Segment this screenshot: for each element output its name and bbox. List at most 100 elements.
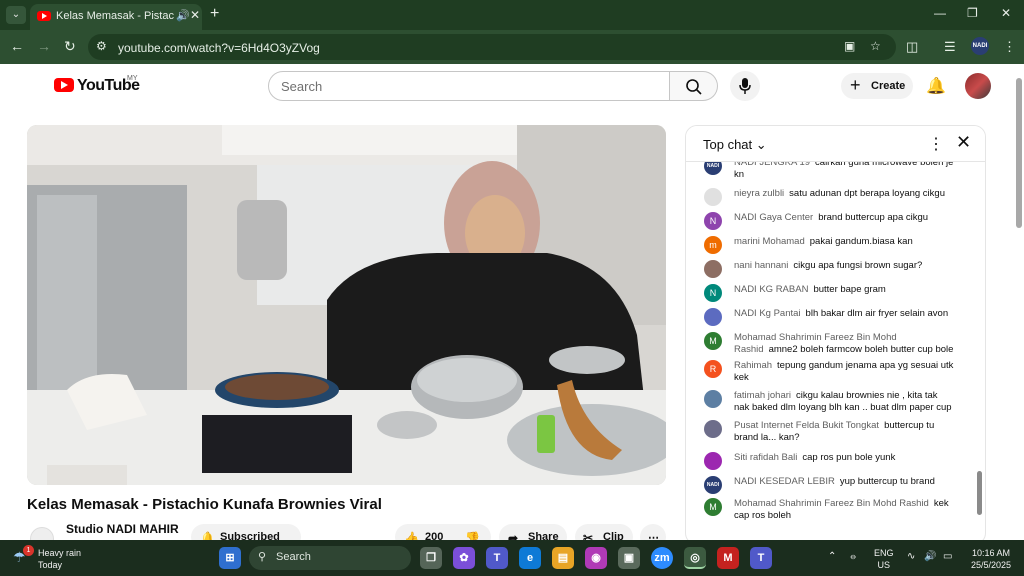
page-scrollbar-thumb[interactable] xyxy=(1016,78,1022,228)
chat-message[interactable]: Siti rafidah Bali cap ros pun bole yunk xyxy=(704,452,954,470)
address-bar[interactable]: ⚙ youtube.com/watch?v=6Hd4O3yZVog ▣ ☆ xyxy=(88,34,896,60)
chat-author-avatar[interactable] xyxy=(704,308,722,326)
chat-message-text: pakai gandum.biasa kan xyxy=(809,236,913,247)
youtube-logo-icon[interactable] xyxy=(54,78,74,92)
chat-author-name[interactable]: NADI KG RABAN xyxy=(734,284,808,295)
chat-author-name[interactable]: Rahimah xyxy=(734,360,772,371)
teams-icon[interactable]: T xyxy=(486,547,508,569)
channel-name[interactable]: Studio NADI MAHIR xyxy=(66,522,179,536)
chat-author-avatar[interactable]: M xyxy=(704,498,722,516)
chat-author-name[interactable]: NADI KESEDAR LEBIR xyxy=(734,476,835,487)
chat-message[interactable]: R Rahimah tepung gandum jenama apa yg sesu… xyxy=(704,360,954,384)
new-tab-icon[interactable]: + xyxy=(210,5,219,23)
back-arrow-icon[interactable]: ← xyxy=(10,38,24,54)
browser-tab-bar: ⌄ Kelas Memasak - Pistachio K 🔊 ✕ + — ❐ … xyxy=(0,0,1024,30)
chat-author-name[interactable]: marini Mohamad xyxy=(734,236,805,247)
chat-author-name[interactable]: Mohamad Shahrimin Fareez Bin Mohd Rashid xyxy=(734,498,929,509)
chat-author-avatar[interactable]: m xyxy=(704,236,722,254)
tray-chevron-up-icon[interactable]: ⌃ xyxy=(828,551,836,563)
edge-icon[interactable]: e xyxy=(519,547,541,569)
chat-author-name[interactable]: Siti rafidah Bali xyxy=(734,452,797,463)
url-text[interactable]: youtube.com/watch?v=6Hd4O3yZVog xyxy=(118,41,320,55)
chat-author-avatar[interactable] xyxy=(704,452,722,470)
location-off-icon[interactable]: ⦵ xyxy=(849,551,857,563)
tab-close-icon[interactable]: ✕ xyxy=(190,8,200,22)
chat-message[interactable]: Pusat Internet Felda Bukit Tongkat butter… xyxy=(704,420,954,444)
chat-message[interactable]: nani hannani cikgu apa fungsi brown sugar… xyxy=(704,260,954,278)
task-view-icon[interactable]: ❐ xyxy=(420,547,442,569)
chat-author-avatar[interactable] xyxy=(704,260,722,278)
search-icon: ⚲ xyxy=(258,551,267,563)
create-button[interactable]: + Create xyxy=(841,73,913,99)
media-controls-icon[interactable]: ☰ xyxy=(944,39,956,55)
chat-author-name[interactable]: fatimah johari xyxy=(734,390,791,401)
account-avatar[interactable] xyxy=(965,73,991,99)
language-code: ENG xyxy=(874,548,894,558)
chat-message-text: satu adunan dpt berapa loyang cikgu xyxy=(789,188,945,199)
copilot-icon[interactable]: ✿ xyxy=(453,547,475,569)
forward-arrow-icon[interactable]: → xyxy=(37,38,51,54)
search-input[interactable]: Search xyxy=(268,71,670,101)
chat-author-avatar[interactable] xyxy=(704,188,722,206)
chat-mode-label: Top chat xyxy=(703,137,753,152)
chat-author-avatar[interactable]: N xyxy=(704,284,722,302)
restore-icon[interactable]: ❐ xyxy=(967,6,978,20)
chrome-icon[interactable]: ◎ xyxy=(684,547,706,569)
chat-more-icon[interactable]: ⋮ xyxy=(928,134,944,154)
file-explorer-icon[interactable]: ▤ xyxy=(552,547,574,569)
windows-start-icon[interactable]: ⊞ xyxy=(219,547,241,569)
chat-author-name[interactable]: NADI Gaya Center xyxy=(734,212,813,223)
search-button[interactable] xyxy=(670,71,718,101)
chat-author-avatar[interactable] xyxy=(704,390,722,408)
battery-icon[interactable]: ▭ xyxy=(943,551,952,563)
chat-author-avatar[interactable]: R xyxy=(704,360,722,378)
mcafee-icon[interactable]: M xyxy=(717,547,739,569)
site-info-icon[interactable]: ⚙ xyxy=(96,39,107,53)
reload-icon[interactable]: ↻ xyxy=(64,38,76,55)
tab-audio-icon[interactable]: 🔊 xyxy=(176,9,190,22)
weather-widget[interactable]: Heavy rain Today xyxy=(38,547,81,571)
taskbar-search[interactable]: ⚲ Search xyxy=(249,546,411,570)
chat-message[interactable]: M Mohamad Shahrimin Fareez Bin Mohd Rashi… xyxy=(704,498,954,522)
more-menu-icon[interactable]: ⋮ xyxy=(1003,39,1016,55)
chat-author-name[interactable]: nani hannani xyxy=(734,260,788,271)
chat-message[interactable]: nieyra zulbli satu adunan dpt berapa loya… xyxy=(704,188,954,206)
language-indicator[interactable]: ENG US xyxy=(874,547,894,571)
top-chat-dropdown[interactable]: Top chat ⌄ xyxy=(703,137,767,153)
microsoft-365-icon[interactable]: ◉ xyxy=(585,547,607,569)
zoom-icon[interactable]: zm xyxy=(651,547,673,569)
chat-author-name[interactable]: nieyra zulbli xyxy=(734,188,784,199)
video-player[interactable] xyxy=(27,125,666,485)
chat-message[interactable]: N NADI Gaya Center brand buttercup apa cik… xyxy=(704,212,954,230)
plus-icon: + xyxy=(850,75,861,95)
minimize-icon[interactable]: — xyxy=(934,6,946,20)
chat-author-avatar[interactable]: M xyxy=(704,332,722,350)
chat-author-name[interactable]: NADI Kg Pantai xyxy=(734,308,801,319)
wifi-icon[interactable]: ∿ xyxy=(907,551,915,563)
chat-scrollbar-thumb[interactable] xyxy=(977,471,982,515)
chat-author-name[interactable]: Pusat Internet Felda Bukit Tongkat xyxy=(734,420,879,431)
tab-search-chevron-icon[interactable]: ⌄ xyxy=(6,6,26,24)
chat-message[interactable]: N NADI KG RABAN butter bape gram xyxy=(704,284,954,302)
cast-icon[interactable]: ▣ xyxy=(844,39,855,53)
bookmark-star-icon[interactable]: ☆ xyxy=(870,39,881,53)
clock[interactable]: 10:16 AM 25/5/2025 xyxy=(962,547,1020,571)
chat-message[interactable]: NADI Kg Pantai blh bakar dlm air fryer se… xyxy=(704,308,954,326)
volume-icon[interactable]: 🔊 xyxy=(924,551,936,563)
store-icon[interactable]: ▣ xyxy=(618,547,640,569)
chat-message[interactable]: M Mohamad Shahrimin Fareez Bin Mohd Rashi… xyxy=(704,332,954,356)
chat-author-avatar[interactable]: N xyxy=(704,212,722,230)
chat-author-avatar[interactable] xyxy=(704,420,722,438)
chat-close-icon[interactable]: ✕ xyxy=(956,132,971,153)
voice-search-button[interactable] xyxy=(730,71,760,101)
browser-tab[interactable]: Kelas Memasak - Pistachio K 🔊 ✕ xyxy=(30,4,202,30)
profile-avatar[interactable]: NADI xyxy=(971,37,989,55)
window-close-icon[interactable]: ✕ xyxy=(1001,6,1011,20)
teams-work-icon[interactable]: T xyxy=(750,547,772,569)
chat-message[interactable]: m marini Mohamad pakai gandum.biasa kan xyxy=(704,236,954,254)
notifications-bell-icon[interactable]: 🔔 xyxy=(926,76,946,96)
chat-author-avatar[interactable]: NADI xyxy=(704,476,722,494)
extensions-puzzle-icon[interactable]: ◫ xyxy=(906,39,918,55)
chat-message[interactable]: NADI NADI KESEDAR LEBIR yup buttercup tu b… xyxy=(704,476,954,494)
chat-message[interactable]: fatimah johari cikgu kalau brownies nie ,… xyxy=(704,390,954,414)
